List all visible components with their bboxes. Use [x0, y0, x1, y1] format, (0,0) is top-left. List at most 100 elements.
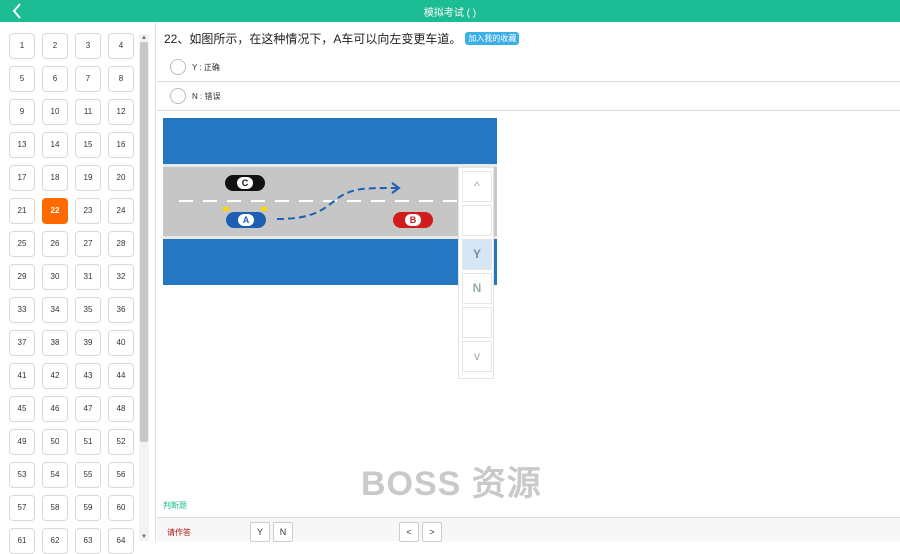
question-number-button[interactable]: 15	[75, 132, 101, 158]
page-title: 模拟考试 ( )	[423, 8, 477, 19]
scroll-up-icon[interactable]: ▲	[139, 34, 149, 42]
question-number-button[interactable]: 53	[9, 462, 35, 488]
question-number-button[interactable]: 27	[75, 231, 101, 257]
question-number-button[interactable]: 50	[42, 429, 68, 455]
car-label: B	[405, 214, 421, 226]
question-number-button[interactable]: 30	[42, 264, 68, 290]
question-number-button[interactable]: 22	[42, 198, 68, 224]
question-number-button[interactable]: 17	[9, 165, 35, 191]
car-c: C	[225, 175, 265, 191]
question-number-button[interactable]: 4	[108, 33, 134, 59]
car-a: A	[226, 212, 266, 228]
answer-no-button[interactable]: N	[273, 522, 293, 542]
scrollbar[interactable]: ▲ ▼	[139, 34, 149, 541]
question-number-button[interactable]: 1	[9, 33, 35, 59]
option-label: N : 错误	[192, 92, 221, 101]
question-number-button[interactable]: 23	[75, 198, 101, 224]
question-number-button[interactable]: 13	[9, 132, 35, 158]
question-number-button[interactable]: 12	[108, 99, 134, 125]
question-number-button[interactable]: 26	[42, 231, 68, 257]
question-number-button[interactable]: 51	[75, 429, 101, 455]
question-number-button[interactable]: 10	[42, 99, 68, 125]
question-number-button[interactable]: 33	[9, 297, 35, 323]
answer-prompt: 请作答	[167, 528, 191, 537]
option-label: Y : 正确	[192, 63, 220, 72]
question-number-button[interactable]: 9	[9, 99, 35, 125]
question-number-button[interactable]: 48	[108, 396, 134, 422]
question-number-button[interactable]: 3	[75, 33, 101, 59]
question-number-button[interactable]: 18	[42, 165, 68, 191]
question-number-button[interactable]: 58	[42, 495, 68, 521]
picker-option-no[interactable]: N	[462, 273, 492, 304]
question-main: 22、如图所示，在这种情况下，A车可以向左变更车道。 加入我的收藏 Y : 正确 …	[157, 22, 900, 542]
question-number-button[interactable]: 29	[9, 264, 35, 290]
question-number-button[interactable]: 32	[108, 264, 134, 290]
question-number-button[interactable]: 19	[75, 165, 101, 191]
picker-option-empty[interactable]	[462, 307, 492, 338]
picker-up-button[interactable]: ^	[462, 171, 492, 202]
car-a-turn-signal	[223, 207, 229, 211]
question-number-button[interactable]: 8	[108, 66, 134, 92]
question-number-button[interactable]: 42	[42, 363, 68, 389]
question-number-button[interactable]: 62	[42, 528, 68, 554]
scrollbar-thumb[interactable]	[140, 42, 148, 442]
question-number-button[interactable]: 35	[75, 297, 101, 323]
question-number-button[interactable]: 41	[9, 363, 35, 389]
car-label: C	[237, 177, 253, 189]
question-number-button[interactable]: 52	[108, 429, 134, 455]
question-number-button[interactable]: 37	[9, 330, 35, 356]
question-text: 22、如图所示，在这种情况下，A车可以向左变更车道。 加入我的收藏	[164, 30, 520, 47]
question-number-button[interactable]: 38	[42, 330, 68, 356]
question-number-button[interactable]: 39	[75, 330, 101, 356]
picker-option-yes[interactable]: Y	[462, 239, 492, 270]
question-number-button[interactable]: 59	[75, 495, 101, 521]
question-number-button[interactable]: 43	[75, 363, 101, 389]
question-stem: 22、如图所示，在这种情况下，A车可以向左变更车道。	[164, 32, 462, 46]
question-number-button[interactable]: 7	[75, 66, 101, 92]
picker-down-button[interactable]: v	[462, 341, 492, 372]
answer-footer: 请作答 Y N < >	[157, 517, 900, 542]
question-number-button[interactable]: 14	[42, 132, 68, 158]
question-number-button[interactable]: 16	[108, 132, 134, 158]
question-number-button[interactable]: 61	[9, 528, 35, 554]
question-number-button[interactable]: 5	[9, 66, 35, 92]
question-number-button[interactable]: 20	[108, 165, 134, 191]
question-number-button[interactable]: 46	[42, 396, 68, 422]
add-favorite-button[interactable]: 加入我的收藏	[465, 32, 520, 45]
question-nav-pane: 1 2 3 4 5 6 7 8 9 10 11 12 13 14 15 16 17 18 19 20 21 22 23 24 2…	[0, 22, 156, 554]
prev-question-button[interactable]: <	[399, 522, 419, 542]
question-number-button[interactable]: 36	[108, 297, 134, 323]
question-number-button[interactable]: 2	[42, 33, 68, 59]
option-no[interactable]: N : 错误	[157, 82, 900, 111]
question-number-button[interactable]: 47	[75, 396, 101, 422]
question-number-button[interactable]: 21	[9, 198, 35, 224]
radio-button[interactable]	[170, 59, 186, 75]
car-a-turn-signal	[261, 207, 267, 211]
question-number-button[interactable]: 31	[75, 264, 101, 290]
picker-option-empty[interactable]	[462, 205, 492, 236]
next-question-button[interactable]: >	[422, 522, 442, 542]
question-number-button[interactable]: 25	[9, 231, 35, 257]
question-number-button[interactable]: 34	[42, 297, 68, 323]
top-bar: 模拟考试 ( )	[0, 0, 900, 22]
car-b: B	[393, 212, 433, 228]
option-yes[interactable]: Y : 正确	[157, 53, 900, 82]
question-number-button[interactable]: 54	[42, 462, 68, 488]
question-number-button[interactable]: 49	[9, 429, 35, 455]
question-number-button[interactable]: 56	[108, 462, 134, 488]
question-number-button[interactable]: 64	[108, 528, 134, 554]
question-number-button[interactable]: 44	[108, 363, 134, 389]
question-number-button[interactable]: 11	[75, 99, 101, 125]
scroll-down-icon[interactable]: ▼	[139, 533, 149, 541]
question-number-button[interactable]: 6	[42, 66, 68, 92]
question-number-button[interactable]: 60	[108, 495, 134, 521]
question-number-button[interactable]: 55	[75, 462, 101, 488]
question-number-button[interactable]: 40	[108, 330, 134, 356]
question-number-button[interactable]: 45	[9, 396, 35, 422]
question-number-button[interactable]: 63	[75, 528, 101, 554]
answer-yes-button[interactable]: Y	[250, 522, 270, 542]
question-number-button[interactable]: 24	[108, 198, 134, 224]
question-number-button[interactable]: 57	[9, 495, 35, 521]
question-number-button[interactable]: 28	[108, 231, 134, 257]
radio-button[interactable]	[170, 88, 186, 104]
